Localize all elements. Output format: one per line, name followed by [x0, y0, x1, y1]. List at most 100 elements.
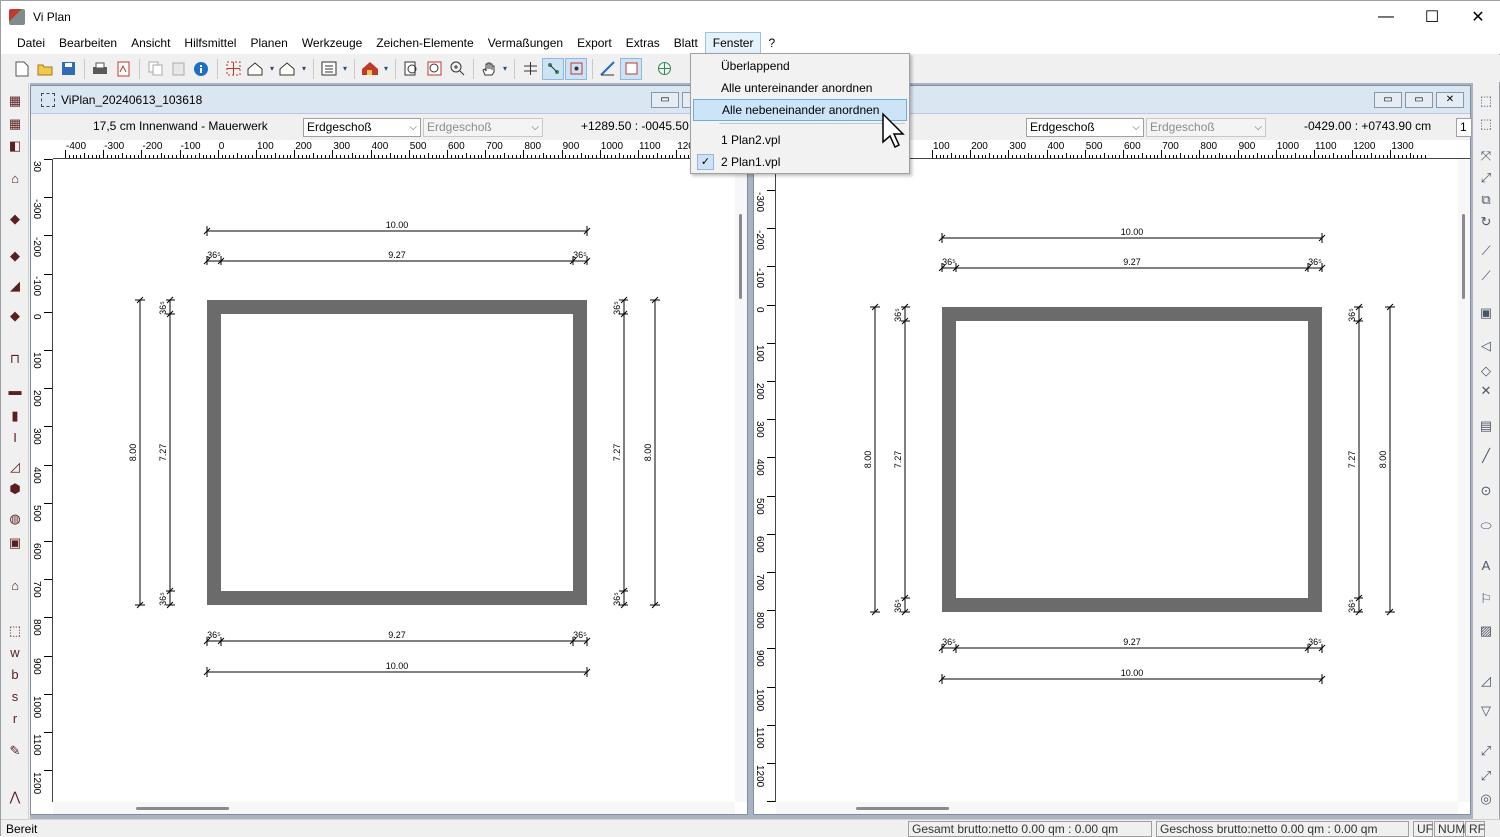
floor-select[interactable]: Erdgeschoß ⌵: [1026, 118, 1144, 137]
compass-tool-icon[interactable]: ⋀: [6, 789, 24, 805]
menu-export[interactable]: Export: [570, 32, 619, 54]
hatch-icon[interactable]: ▨: [1477, 623, 1495, 639]
paint-icon[interactable]: ⚐: [1477, 591, 1495, 607]
roof-tool-2-icon[interactable]: ◆: [6, 248, 24, 264]
dim-tool-4-icon[interactable]: ⤢: [1477, 768, 1495, 784]
split-view-icon[interactable]: [519, 58, 541, 80]
group-icon[interactable]: ▣: [1477, 305, 1495, 321]
menu-werkzeuge[interactable]: Werkzeuge: [295, 32, 369, 54]
hand-pan-icon[interactable]: [478, 58, 500, 80]
doc-maximize-button[interactable]: ▭: [1405, 92, 1433, 108]
properties-icon[interactable]: ▤: [1477, 418, 1495, 434]
wall-tool-icon[interactable]: ▦: [6, 93, 24, 109]
copy-icon[interactable]: [144, 58, 166, 80]
drawing-canvas[interactable]: 10.00 9.27 36⁵ 36⁵ 9.27 36⁵ 36⁵ 10.00 8.00 7.27 36…: [776, 159, 1458, 802]
scale-icon[interactable]: ⤢: [1477, 170, 1495, 186]
circle-icon[interactable]: ⊙: [1477, 483, 1495, 499]
open-folder-icon[interactable]: [34, 58, 56, 80]
menu-vermassungen[interactable]: Vermaßungen: [481, 32, 570, 54]
drawing-canvas[interactable]: 10.00 9.27 36⁵ 36⁵ 9.27 36⁵ 36⁵ 10.00 8.00 7.27 36…: [53, 159, 735, 802]
sanitary-tool-icon[interactable]: ◍: [6, 511, 24, 527]
dim-tool-2-icon[interactable]: ▽: [1477, 703, 1495, 719]
menu-item-window-1[interactable]: 1 Plan2.vpl: [693, 129, 907, 151]
menu-fenster[interactable]: Fenster: [704, 32, 762, 54]
column-tool-icon[interactable]: ▮: [6, 408, 24, 424]
view-3d-icon[interactable]: [620, 57, 642, 80]
trim-icon[interactable]: ⟋: [1477, 243, 1495, 259]
text-b-icon[interactable]: b: [6, 667, 24, 683]
mirror-icon[interactable]: ◁: [1477, 338, 1495, 354]
new-file-icon[interactable]: [11, 58, 33, 80]
measure-icon[interactable]: [597, 58, 619, 80]
ibeam-tool-icon[interactable]: I: [6, 430, 24, 446]
dropdown-arrow-icon[interactable]: ▾: [341, 58, 349, 80]
text-s-icon[interactable]: s: [6, 689, 24, 705]
copy-tool-icon[interactable]: ⧉: [1477, 192, 1495, 208]
dormer-tool-icon[interactable]: ◢: [6, 278, 24, 294]
object-tool-icon[interactable]: ⬢: [6, 481, 24, 497]
floor-select-2[interactable]: Erdgeschoß ⌵: [1146, 118, 1266, 137]
vertical-scrollbar[interactable]: [1458, 159, 1470, 802]
menu-item-untereinander[interactable]: Alle untereinander anordnen: [693, 77, 907, 99]
house-tool-icon[interactable]: ⌂: [6, 578, 24, 594]
extend-icon[interactable]: ⟋: [1477, 268, 1495, 284]
menu-ansicht[interactable]: Ansicht: [124, 32, 177, 54]
dropdown-arrow-icon[interactable]: ▾: [382, 58, 390, 80]
line-icon[interactable]: ╱: [1477, 448, 1495, 464]
text-r-icon[interactable]: r: [6, 711, 24, 727]
menu-zeichen-elemente[interactable]: Zeichen-Elemente: [369, 32, 480, 54]
grid-snap-icon[interactable]: [222, 58, 244, 80]
globe-icon[interactable]: [653, 58, 675, 80]
doc-close-button[interactable]: ✕: [1436, 92, 1464, 108]
window-tool-icon[interactable]: ◧: [6, 138, 24, 154]
move-icon[interactable]: ⤧: [1477, 148, 1495, 164]
menu-extras[interactable]: Extras: [619, 32, 667, 54]
zoom-page-icon[interactable]: [400, 58, 422, 80]
house-n-icon[interactable]: [245, 58, 267, 80]
pdf-icon[interactable]: [112, 58, 134, 80]
dropdown-arrow-icon[interactable]: ▾: [268, 58, 276, 80]
menu-datei[interactable]: Datei: [10, 32, 52, 54]
horizontal-scrollbar[interactable]: [53, 802, 735, 814]
dim-tool-3-icon[interactable]: ⤢: [1477, 743, 1495, 759]
roof-tool-icon[interactable]: ◆: [6, 211, 24, 227]
cross-icon[interactable]: ✕: [1477, 383, 1495, 399]
snap-points-icon[interactable]: [542, 57, 564, 80]
house-a-icon[interactable]: [277, 58, 299, 80]
doc-minimize-button[interactable]: ▭: [651, 92, 679, 108]
layers-icon[interactable]: [318, 58, 340, 80]
floor-select-2[interactable]: Erdgeschoß ⌵: [423, 118, 543, 137]
zoom-icon[interactable]: [446, 58, 468, 80]
select-area-icon[interactable]: ⬚: [6, 623, 24, 639]
scroll-thumb[interactable]: [1462, 214, 1465, 299]
layer-field[interactable]: 1: [1456, 118, 1472, 137]
dropdown-arrow-icon[interactable]: ▾: [300, 58, 308, 80]
close-button[interactable]: ✕: [1455, 1, 1500, 32]
menu-blatt[interactable]: Blatt: [667, 32, 705, 54]
house-3d-icon[interactable]: [359, 58, 381, 80]
save-icon[interactable]: [57, 58, 79, 80]
menu-planen[interactable]: Planen: [243, 32, 294, 54]
scroll-thumb[interactable]: [739, 214, 742, 299]
ellipse-icon[interactable]: ⬭: [1477, 518, 1495, 534]
menu-item-nebeneinander[interactable]: Alle nebeneinander anordnen: [693, 99, 907, 121]
dropdown-arrow-icon[interactable]: ▾: [501, 58, 509, 80]
offset-icon[interactable]: ◇: [1477, 363, 1495, 379]
door-tool-icon[interactable]: ⌂: [6, 171, 24, 187]
info-icon[interactable]: [190, 58, 212, 80]
rotate-icon[interactable]: ↻: [1477, 214, 1495, 230]
paste-icon[interactable]: [167, 58, 189, 80]
dim-tool-icon[interactable]: ◿: [1477, 673, 1495, 689]
pen-tool-icon[interactable]: ✎: [6, 743, 24, 759]
roof-tool-3-icon[interactable]: ◆: [6, 308, 24, 324]
slope-tool-icon[interactable]: ◿: [6, 459, 24, 475]
print-icon[interactable]: [89, 58, 111, 80]
menu-item-window-2[interactable]: ✓ 2 Plan1.vpl: [693, 151, 907, 173]
stair-tool-icon[interactable]: ⊓: [6, 351, 24, 367]
menu-item-ueberlappend[interactable]: Überlappend: [693, 55, 907, 77]
minimize-button[interactable]: —: [1363, 1, 1409, 32]
floor-select[interactable]: Erdgeschoß ⌵: [303, 118, 421, 137]
menu-hilfsmittel[interactable]: Hilfsmittel: [177, 32, 243, 54]
zoom-window-icon[interactable]: [423, 58, 445, 80]
scroll-thumb[interactable]: [856, 807, 949, 810]
